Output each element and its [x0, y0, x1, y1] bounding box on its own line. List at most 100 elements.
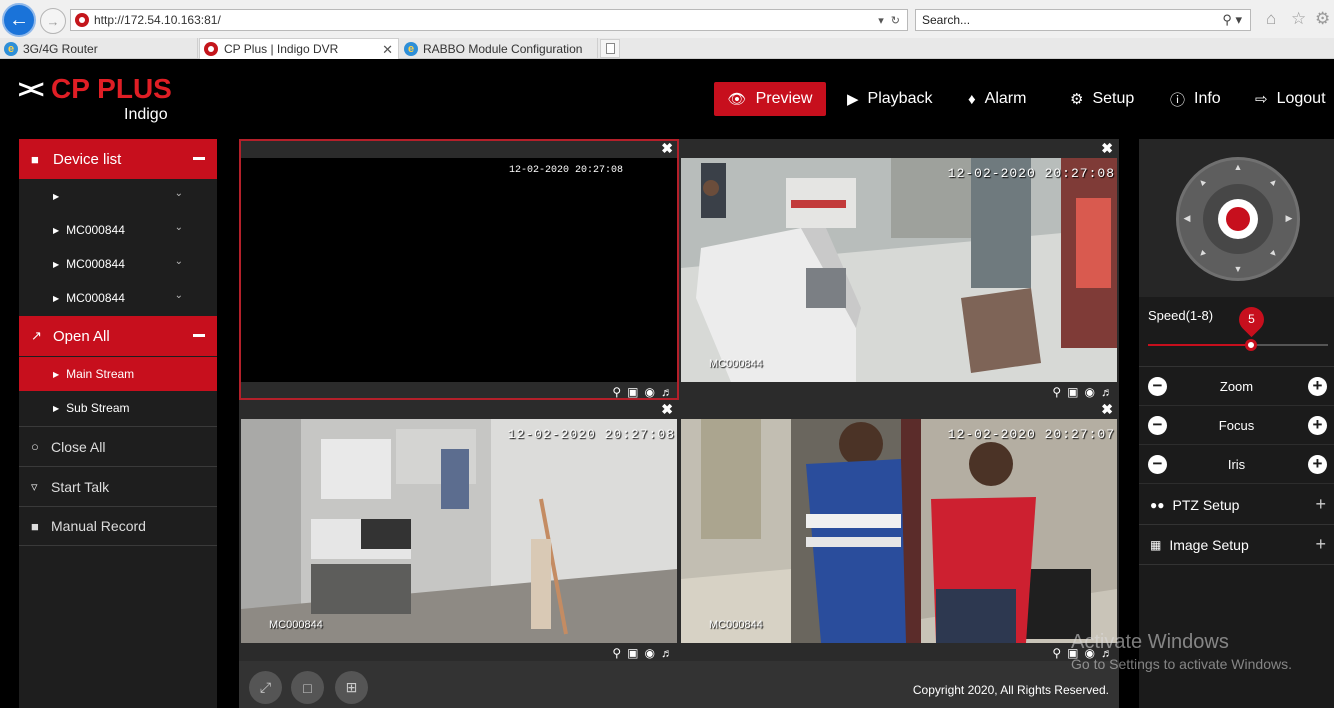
favorites-star-icon[interactable]: ☆	[1291, 9, 1306, 29]
arrow-up-right-icon[interactable]: ▲	[1266, 174, 1282, 190]
speed-slider-handle[interactable]	[1244, 339, 1257, 351]
arrow-left-icon[interactable]: ◀	[1181, 213, 1193, 224]
audio-icon[interactable]: ♬	[1101, 385, 1113, 399]
nav-info[interactable]: ⓘ Info	[1170, 82, 1221, 116]
device-item[interactable]: ▶ MC000844 ⌄	[19, 247, 217, 281]
home-icon[interactable]: ⌂	[1266, 9, 1276, 29]
record-icon[interactable]: ▣	[627, 385, 638, 399]
chevron-down-icon[interactable]: ⌄	[175, 256, 183, 267]
new-tab-button[interactable]	[600, 39, 620, 58]
single-view-icon[interactable]: □	[291, 671, 324, 704]
collapse-icon[interactable]	[193, 157, 205, 160]
video-feed[interactable]: 12-02-2020 20:27:08 MC000844	[241, 419, 677, 643]
refresh-icon[interactable]: ↻	[891, 14, 900, 27]
zoom-icon[interactable]: ⚲	[612, 385, 621, 399]
close-icon[interactable]: ✖	[661, 401, 673, 418]
video-feed[interactable]: 12-02-2020 20:27:08 MC000844	[681, 158, 1117, 382]
zoom-in-button[interactable]: +	[1308, 377, 1327, 396]
url-text[interactable]: http://172.54.10.163:81/	[94, 13, 878, 27]
audio-icon[interactable]: ♬	[661, 385, 673, 399]
tab-cp-plus[interactable]: CP Plus | Indigo DVR ✕	[199, 38, 399, 59]
nav-logout[interactable]: ⇨ Logout	[1255, 82, 1326, 116]
open-all-header[interactable]: ↗ Open All	[19, 316, 217, 356]
ie-icon: e	[4, 41, 18, 56]
tab-rabbo[interactable]: e RABBO Module Configuration	[400, 38, 598, 59]
focus-control: − Focus +	[1139, 406, 1334, 445]
ptz-center-button[interactable]	[1218, 199, 1258, 239]
close-all-button[interactable]: ○ Close All	[19, 426, 217, 466]
nav-setup[interactable]: ⚙ Setup	[1070, 82, 1134, 116]
close-icon[interactable]: ✖	[661, 140, 673, 157]
expand-triangle-icon[interactable]: ▶	[53, 260, 59, 269]
device-list-header[interactable]: ■ Device list	[19, 139, 217, 179]
record-icon[interactable]: ▣	[1067, 385, 1078, 399]
ptz-setup-row[interactable]: ●● PTZ Setup +	[1139, 485, 1334, 525]
focus-plus-button[interactable]: +	[1308, 416, 1327, 435]
address-bar[interactable]: http://172.54.10.163:81/ ▾ ↻	[70, 9, 908, 31]
chevron-down-icon[interactable]: ⌄	[175, 188, 183, 199]
device-item[interactable]: ▶ MC000844 ⌄	[19, 213, 217, 247]
close-icon[interactable]: ✖	[1101, 140, 1113, 157]
device-list-title: Device list	[53, 150, 122, 168]
ptz-direction-pad[interactable]: ▲ ▼ ◀ ▶ ▲ ▲ ▲ ▲	[1176, 157, 1300, 281]
zoom-icon[interactable]: ⚲	[1052, 385, 1061, 399]
nav-alarm[interactable]: ♦ Alarm	[968, 82, 1026, 116]
tab-router[interactable]: e 3G/4G Router	[0, 38, 198, 59]
quad-view-icon[interactable]: ⊞	[335, 671, 368, 704]
iris-plus-button[interactable]: +	[1308, 455, 1327, 474]
device-item[interactable]: ▶ MC000844 ⌄	[19, 281, 217, 315]
nav-preview[interactable]: 👁 Preview	[714, 82, 826, 116]
arrow-right-icon[interactable]: ▶	[1283, 213, 1295, 224]
record-icon[interactable]: ▣	[627, 646, 638, 660]
video-cell[interactable]: ✖ 12-02-2020 20:27:08 MC000844 ⚲ ▣ ◉ ♬	[679, 139, 1119, 400]
logout-icon: ⇨	[1255, 91, 1268, 108]
dropdown-icon[interactable]: ▾	[878, 14, 884, 27]
timestamp: 12-02-2020 20:27:08	[947, 166, 1115, 181]
speed-slider[interactable]: 5	[1148, 301, 1328, 351]
snapshot-icon[interactable]: ◉	[645, 646, 655, 660]
expand-plus-icon[interactable]: +	[1315, 534, 1326, 555]
stream-main[interactable]: ▶ Main Stream	[19, 357, 217, 391]
snapshot-icon[interactable]: ◉	[645, 385, 655, 399]
nav-playback[interactable]: ▶ Playback	[847, 82, 932, 116]
image-setup-row[interactable]: ▦ Image Setup +	[1139, 525, 1334, 565]
close-icon[interactable]: ✕	[382, 42, 393, 58]
arrow-down-left-icon[interactable]: ▲	[1194, 246, 1210, 262]
close-icon[interactable]: ✖	[1101, 401, 1113, 418]
stream-sub[interactable]: ▶ Sub Stream	[19, 391, 217, 425]
video-cell[interactable]: ✖ 12-02-2020 20:27:07 MC000844 ⚲ ▣ ◉ ♬	[679, 400, 1119, 661]
arrow-down-right-icon[interactable]: ▲	[1266, 246, 1282, 262]
zoom-icon[interactable]: ⚲	[612, 646, 621, 660]
audio-icon[interactable]: ♬	[661, 646, 673, 660]
back-arrow-icon[interactable]: ←	[2, 3, 36, 37]
forward-arrow-icon[interactable]: →	[40, 8, 66, 34]
chevron-down-icon[interactable]: ⌄	[175, 290, 183, 301]
search-box[interactable]: ⚲ ▾	[915, 9, 1251, 31]
expand-plus-icon[interactable]: +	[1315, 494, 1326, 515]
device-item[interactable]: ▶ ⌄	[19, 179, 217, 213]
copyright-text: Copyright 2020, All Rights Reserved.	[912, 683, 1109, 697]
collapse-icon[interactable]	[193, 334, 205, 337]
arrow-down-icon[interactable]: ▼	[1232, 264, 1244, 274]
chevron-down-icon[interactable]: ⌄	[175, 222, 183, 233]
expand-triangle-icon[interactable]: ▶	[53, 192, 59, 201]
arrow-up-left-icon[interactable]: ▲	[1194, 174, 1210, 190]
start-talk-button[interactable]: ▿ Start Talk	[19, 466, 217, 506]
timestamp: 12-02-2020 20:27:08	[507, 427, 675, 442]
snapshot-icon[interactable]: ◉	[1085, 385, 1095, 399]
video-cell[interactable]: ✖ 12-02-2020 20:27:08 ⚲ ▣ ◉ ♬	[239, 139, 679, 400]
video-cell[interactable]: ✖ 12-02-2020 20:27:08 MC000844 ⚲ ▣ ◉ ♬	[239, 400, 679, 661]
expand-triangle-icon[interactable]: ▶	[53, 226, 59, 235]
zoom-icon[interactable]: ⚲	[1052, 646, 1061, 660]
arrow-up-icon[interactable]: ▲	[1232, 162, 1244, 172]
gear-icon[interactable]: ⚙	[1315, 9, 1330, 29]
search-input[interactable]	[922, 13, 1223, 27]
fullscreen-icon[interactable]: ⤢	[249, 671, 282, 704]
video-feed[interactable]: 12-02-2020 20:27:07 MC000844	[681, 419, 1117, 643]
video-feed[interactable]: 12-02-2020 20:27:08	[241, 158, 677, 382]
expand-triangle-icon[interactable]: ▶	[53, 294, 59, 303]
camera-name: MC000844	[709, 619, 763, 631]
search-icon[interactable]: ⚲ ▾	[1222, 12, 1242, 28]
logo-product: Indigo	[124, 106, 168, 123]
manual-record-button[interactable]: ■ Manual Record	[19, 506, 217, 546]
